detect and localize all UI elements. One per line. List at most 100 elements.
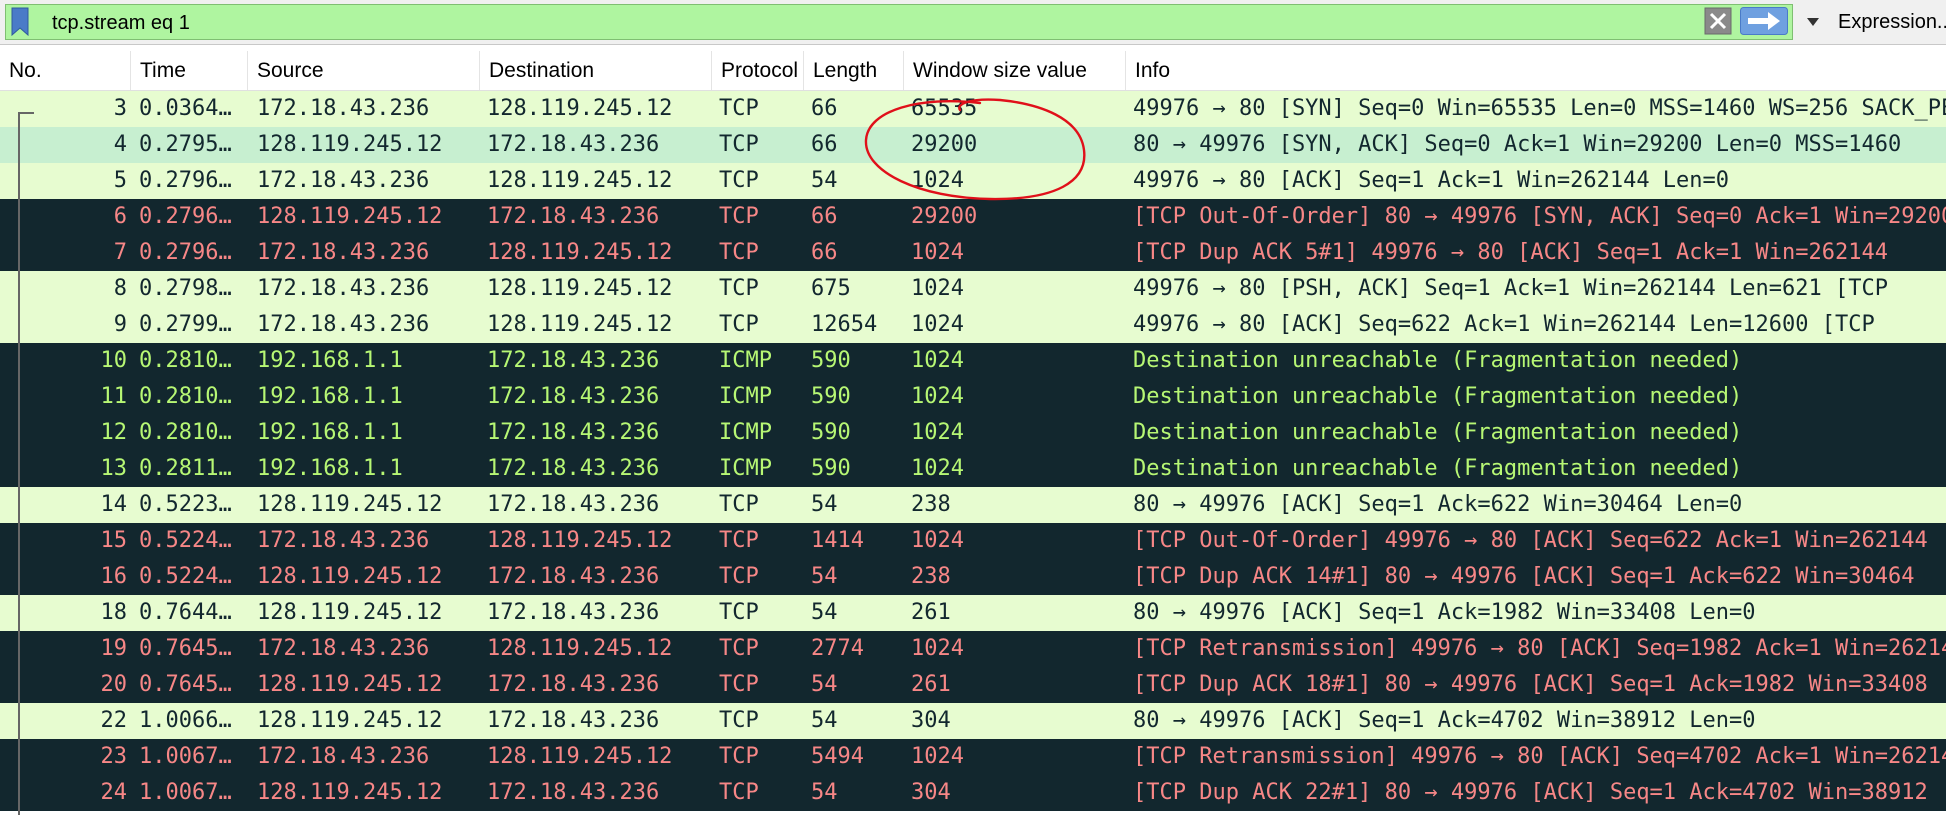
packet-length: 590 [811,384,851,409]
packet-protocol: TCP [719,636,759,661]
column-header-source[interactable]: Source [248,51,480,90]
packet-row[interactable]: 23 1.0067… 172.18.43.236 128.119.245.12 TCP 5… [0,739,1946,775]
apply-filter-button[interactable] [1740,7,1788,35]
column-header-info[interactable]: Info [1126,51,1946,90]
packet-time: 0.2799… [139,312,232,337]
packet-row[interactable]: 12 0.2810… 192.168.1.1 172.18.43.236 ICMP 590… [0,415,1946,451]
related-packets-hook [18,112,34,114]
packet-info: Destination unreachable (Fragmentation n… [1133,384,1743,409]
display-filter-input[interactable]: tcp.stream eq 1 [5,4,1793,40]
packet-time: 0.2810… [139,384,232,409]
packet-time: 0.5223… [139,492,232,517]
clear-filter-icon[interactable] [1704,7,1732,35]
packet-source: 172.18.43.236 [257,312,430,337]
packet-time: 0.7645… [139,672,232,697]
packet-row[interactable]: 10 0.2810… 192.168.1.1 172.18.43.236 ICMP 590… [0,343,1946,379]
packet-source: 192.168.1.1 [257,456,403,481]
packet-row[interactable]: 15 0.5224… 172.18.43.236 128.119.245.12 TCP 1… [0,523,1946,559]
packet-source: 128.119.245.12 [257,600,443,625]
packet-protocol: TCP [719,600,759,625]
packet-info: 49976 → 80 [ACK] Seq=622 Ack=1 Win=26214… [1133,312,1875,337]
packet-length: 54 [811,492,838,517]
packet-row[interactable]: 14 0.5223… 128.119.245.12 172.18.43.236 TCP 5… [0,487,1946,523]
related-packets-line [18,112,20,815]
packet-time: 0.5224… [139,564,232,589]
packet-row[interactable]: 22 1.0066… 128.119.245.12 172.18.43.236 TCP 5… [0,703,1946,739]
packet-window-size: 261 [911,672,951,697]
column-header-no[interactable]: No. [0,51,131,90]
packet-window-size: 304 [911,780,951,805]
packet-row[interactable]: 13 0.2811… 192.168.1.1 172.18.43.236 ICMP 590… [0,451,1946,487]
packet-info: 80 → 49976 [ACK] Seq=1 Ack=4702 Win=3891… [1133,708,1756,733]
bookmark-icon[interactable] [11,7,29,36]
packet-destination: 128.119.245.12 [487,96,673,121]
packet-destination: 128.119.245.12 [487,636,673,661]
packet-length: 675 [811,276,851,301]
packet-protocol: TCP [719,528,759,553]
packet-window-size: 304 [911,708,951,733]
packet-destination: 128.119.245.12 [487,528,673,553]
packet-destination: 172.18.43.236 [487,672,660,697]
filter-text[interactable]: tcp.stream eq 1 [52,5,190,41]
red-ellipse-annotation [864,98,1086,201]
packet-source: 128.119.245.12 [257,672,443,697]
column-header-length[interactable]: Length [804,51,904,90]
packet-source: 172.18.43.236 [257,240,430,265]
chevron-down-icon[interactable] [1796,5,1830,39]
packet-time: 0.2795… [139,132,232,157]
packet-window-size: 1024 [911,528,964,553]
packet-time: 0.2810… [139,348,232,373]
packet-length: 54 [811,780,838,805]
packet-info: 49976 → 80 [ACK] Seq=1 Ack=1 Win=262144 … [1133,168,1730,193]
packet-protocol: TCP [719,708,759,733]
packet-row[interactable]: 20 0.7645… 128.119.245.12 172.18.43.236 TCP 5… [0,667,1946,703]
packet-length: 66 [811,240,838,265]
packet-protocol: TCP [719,204,759,229]
packet-time: 0.2811… [139,456,232,481]
packet-length: 54 [811,600,838,625]
packet-row[interactable]: 7 0.2796… 172.18.43.236 128.119.245.12 TCP 66… [0,235,1946,271]
packet-length: 590 [811,456,851,481]
packet-protocol: TCP [719,492,759,517]
packet-info: 49976 → 80 [PSH, ACK] Seq=1 Ack=1 Win=26… [1133,276,1888,301]
packet-destination: 172.18.43.236 [487,384,660,409]
packet-time: 0.7645… [139,636,232,661]
packet-time: 1.0066… [139,708,232,733]
packet-protocol: TCP [719,168,759,193]
display-filter-toolbar: tcp.stream eq 1 Expression... [0,0,1946,45]
packet-info: [TCP Out-Of-Order] 49976 → 80 [ACK] Seq=… [1133,528,1928,553]
packet-info: 80 → 49976 [ACK] Seq=1 Ack=1982 Win=3340… [1133,600,1756,625]
column-header-destination[interactable]: Destination [480,51,712,90]
packet-row[interactable]: 18 0.7644… 128.119.245.12 172.18.43.236 TCP 5… [0,595,1946,631]
packet-row[interactable]: 11 0.2810… 192.168.1.1 172.18.43.236 ICMP 590… [0,379,1946,415]
packet-destination: 172.18.43.236 [487,708,660,733]
packet-row[interactable]: 24 1.0067… 128.119.245.12 172.18.43.236 TCP 5… [0,775,1946,811]
packet-info: [TCP Out-Of-Order] 80 → 49976 [SYN, ACK]… [1133,204,1946,229]
packet-info: Destination unreachable (Fragmentation n… [1133,420,1743,445]
packet-info: 80 → 49976 [SYN, ACK] Seq=0 Ack=1 Win=29… [1133,132,1902,157]
packet-info: [TCP Dup ACK 14#1] 80 → 49976 [ACK] Seq=… [1133,564,1915,589]
packet-source: 128.119.245.12 [257,708,443,733]
packet-info: Destination unreachable (Fragmentation n… [1133,348,1743,373]
packet-length: 54 [811,564,838,589]
column-header-protocol[interactable]: Protocol [712,51,804,90]
packet-row[interactable]: 9 0.2799… 172.18.43.236 128.119.245.12 TCP 12… [0,307,1946,343]
packet-row[interactable]: 19 0.7645… 172.18.43.236 128.119.245.12 TCP 2… [0,631,1946,667]
column-header-window-size[interactable]: Window size value [904,51,1126,90]
expression-button[interactable]: Expression... [1838,0,1946,44]
packet-length: 54 [811,672,838,697]
packet-row[interactable]: 8 0.2798… 172.18.43.236 128.119.245.12 TCP 67… [0,271,1946,307]
packet-source: 128.119.245.12 [257,492,443,517]
packet-window-size: 1024 [911,456,964,481]
packet-row[interactable]: 16 0.5224… 128.119.245.12 172.18.43.236 TCP 5… [0,559,1946,595]
column-header-time[interactable]: Time [131,51,248,90]
packet-length: 54 [811,708,838,733]
packet-info: [TCP Retransmission] 49976 → 80 [ACK] Se… [1133,744,1946,769]
packet-length: 1414 [811,528,864,553]
packet-time: 0.7644… [139,600,232,625]
packet-info: [TCP Retransmission] 49976 → 80 [ACK] Se… [1133,636,1946,661]
packet-source: 172.18.43.236 [257,168,430,193]
packet-info: 80 → 49976 [ACK] Seq=1 Ack=622 Win=30464… [1133,492,1743,517]
packet-destination: 128.119.245.12 [487,744,673,769]
packet-destination: 172.18.43.236 [487,492,660,517]
